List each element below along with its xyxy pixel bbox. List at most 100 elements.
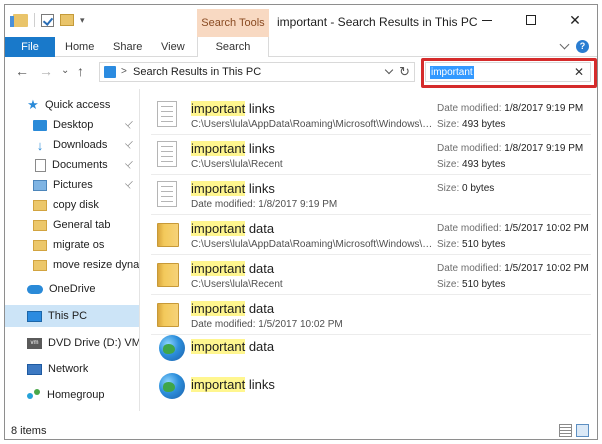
item-name[interactable]: important links: [191, 181, 275, 196]
item-name-rest: data: [245, 301, 275, 316]
meta-label: Size:: [437, 159, 463, 170]
breadcrumb-separator[interactable]: >: [121, 66, 127, 77]
sidebar-item-onedrive[interactable]: OneDrive: [5, 279, 139, 299]
sidebar-item-downloads[interactable]: ↓ Downloads ⊥: [5, 135, 139, 155]
sidebar-item-dvd-drive[interactable]: vm DVD Drive (D:) VMwa: [5, 333, 139, 353]
sidebar-item-desktop[interactable]: Desktop ⊥: [5, 115, 139, 135]
search-input[interactable]: important ✕: [425, 62, 591, 82]
item-name[interactable]: important links: [191, 377, 275, 392]
tab-share[interactable]: Share: [113, 37, 142, 57]
sidebar-item-pictures[interactable]: Pictures ⊥: [5, 175, 139, 195]
close-icon: ✕: [569, 11, 581, 28]
clear-search-icon[interactable]: ✕: [574, 65, 584, 79]
tab-search[interactable]: Search: [197, 37, 269, 57]
list-item[interactable]: important data C:\Users\lula\Recent Date…: [141, 255, 597, 295]
file-icon: [157, 181, 177, 207]
search-input-value[interactable]: important: [430, 66, 474, 79]
sidebar-item-label: OneDrive: [49, 283, 96, 295]
onedrive-icon: [27, 284, 43, 294]
sidebar-item-copy-disk[interactable]: copy disk: [5, 195, 139, 215]
sidebar-item-label: migrate os: [53, 239, 105, 251]
meta-value: 0 bytes: [462, 183, 495, 194]
status-bar: 8 items: [5, 421, 597, 439]
back-arrow-icon[interactable]: ←: [15, 63, 29, 79]
star-icon: ★: [27, 97, 39, 112]
sidebar-item-general-tab[interactable]: General tab: [5, 215, 139, 235]
sidebar-item-documents[interactable]: Documents ⊥: [5, 155, 139, 175]
item-name[interactable]: important links: [191, 141, 275, 156]
meta-label: Size:: [437, 119, 463, 130]
ribbon-tabs: File Home Share View Search ?: [5, 37, 597, 57]
customize-toolbar-chevron-icon[interactable]: ▾: [80, 15, 85, 26]
pin-icon[interactable]: ⊥: [122, 118, 136, 132]
recent-locations-chevron-icon[interactable]: ⌄: [61, 65, 69, 76]
new-folder-icon[interactable]: [60, 14, 74, 26]
shortcut-file-icon: [157, 101, 177, 127]
meta-label: Date modified:: [437, 263, 505, 274]
meta-label: Date modified:: [437, 143, 505, 154]
search-match-highlight: important: [191, 261, 246, 276]
refresh-icon[interactable]: ↻: [399, 64, 410, 80]
breadcrumb-path[interactable]: Search Results in This PC: [133, 66, 261, 78]
address-history-chevron-icon[interactable]: [384, 65, 394, 75]
item-size: Size: 493 bytes: [437, 159, 505, 170]
details-view-icon[interactable]: [559, 424, 572, 437]
title-bar: ▾ Search Tools important - Search Result…: [5, 5, 597, 39]
pane-divider[interactable]: [139, 89, 140, 411]
sidebar-item-label: Network: [48, 363, 89, 375]
item-name-rest: data: [245, 261, 275, 276]
list-item[interactable]: important links C:\Users\lula\Recent Dat…: [141, 135, 597, 175]
tab-view[interactable]: View: [161, 37, 185, 57]
item-size: Size: 0 bytes: [437, 183, 494, 194]
sidebar-item-move-resize-dynamic[interactable]: move resize dynam: [5, 255, 139, 275]
meta-label: Size:: [437, 279, 463, 290]
list-item[interactable]: important links Date modified: 1/8/2017 …: [141, 175, 597, 215]
sidebar-item-migrate-os[interactable]: migrate os: [5, 235, 139, 255]
address-bar[interactable]: > Search Results in This PC ↻: [99, 62, 415, 82]
tab-home[interactable]: Home: [65, 37, 94, 57]
this-pc-icon: [27, 310, 42, 322]
pin-icon[interactable]: ⊥: [122, 178, 136, 192]
download-icon: ↓: [36, 137, 44, 153]
toolbar-separator: [34, 13, 35, 27]
item-name[interactable]: important data: [191, 261, 274, 276]
sidebar-item-network[interactable]: Network: [5, 359, 139, 379]
minimize-button[interactable]: [465, 5, 509, 35]
list-item[interactable]: important data C:\Users\lula\AppData\Roa…: [141, 215, 597, 255]
pin-icon[interactable]: ⊥: [122, 158, 136, 172]
item-size: Size: 510 bytes: [437, 239, 505, 250]
item-location: C:\Users\lula\AppData\Roaming\Microsoft\…: [191, 119, 433, 130]
sidebar-item-label: DVD Drive (D:) VMwa: [48, 337, 139, 349]
explorer-app-icon[interactable]: [10, 13, 28, 27]
sidebar-item-quick-access[interactable]: ★ Quick access: [5, 95, 139, 115]
list-item[interactable]: important links C:\Users\lula\AppData\Ro…: [141, 95, 597, 135]
pictures-icon: [33, 179, 47, 191]
meta-value: 1/8/2017 9:19 PM: [504, 143, 584, 154]
item-name[interactable]: important data: [191, 221, 274, 236]
list-item[interactable]: important data Date modified: 1/5/2017 1…: [141, 295, 597, 335]
pin-icon[interactable]: ⊥: [122, 138, 136, 152]
large-icons-view-icon[interactable]: [576, 424, 589, 437]
item-name[interactable]: important data: [191, 339, 274, 354]
item-name-rest: links: [245, 141, 275, 156]
close-button[interactable]: ✕: [553, 5, 597, 35]
item-name[interactable]: important links: [191, 101, 275, 116]
maximize-button[interactable]: [509, 5, 553, 35]
expand-ribbon-chevron-icon[interactable]: [559, 39, 570, 50]
item-size: Size: 493 bytes: [437, 119, 505, 130]
forward-arrow-icon[interactable]: →: [39, 63, 53, 79]
sidebar-item-homegroup[interactable]: Homegroup: [5, 385, 139, 405]
item-name-rest: links: [245, 181, 275, 196]
tab-file[interactable]: File: [5, 37, 55, 57]
item-name-rest: links: [245, 377, 275, 392]
properties-icon[interactable]: [41, 13, 54, 27]
meta-value: 493 bytes: [462, 159, 506, 170]
list-item[interactable]: important links: [141, 369, 597, 403]
sidebar-item-this-pc[interactable]: This PC: [5, 305, 139, 327]
search-match-highlight: important: [191, 339, 246, 354]
item-name[interactable]: important data: [191, 301, 274, 316]
search-match-highlight: important: [191, 181, 246, 196]
list-item[interactable]: important data: [141, 331, 597, 365]
up-arrow-icon[interactable]: ↑: [77, 63, 84, 79]
help-icon[interactable]: ?: [576, 40, 589, 53]
